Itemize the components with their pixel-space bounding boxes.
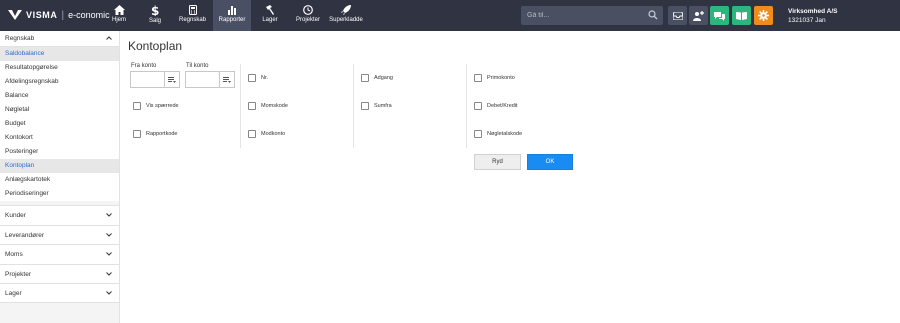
chevron-down-icon	[106, 252, 112, 256]
chat-button[interactable]	[710, 6, 729, 25]
list-lookup-icon	[223, 76, 231, 83]
til-konto-input[interactable]	[186, 72, 220, 87]
sidebar-item-balance[interactable]: Balance	[0, 89, 119, 103]
nav-lager[interactable]: Lager	[256, 0, 284, 31]
add-user-icon	[693, 10, 704, 21]
sidebar-group-kunder[interactable]: Kunder	[0, 205, 119, 225]
sidebar-item-saldobalance[interactable]: Saldobalance	[0, 47, 119, 61]
chevron-down-icon	[106, 271, 112, 276]
list-lookup-icon	[168, 76, 176, 83]
chevron-up-icon	[106, 36, 112, 40]
checkbox-sumfra[interactable]: Sumfra	[361, 102, 392, 110]
checkbox-nogletalskode[interactable]: Nøgletalskode	[474, 130, 522, 138]
company-name: Virksomhed A/S	[788, 8, 838, 15]
rocket-icon	[341, 5, 351, 15]
nav-salg[interactable]: $ Salg	[140, 0, 170, 31]
page-title: Kontoplan	[128, 39, 183, 53]
chevron-down-icon	[106, 213, 112, 217]
sidebar-item-posteringer[interactable]: Posteringer	[0, 145, 119, 159]
sidebar: Regnskab Saldobalance Resultatopgørelse …	[0, 31, 120, 323]
nav-rapporter[interactable]: Rapporter	[213, 0, 251, 31]
fra-konto-input[interactable]	[131, 72, 165, 87]
calculator-icon	[188, 5, 197, 15]
sidebar-item-resultatopgorelse[interactable]: Resultatopgørelse	[0, 61, 119, 75]
fra-konto-field	[130, 71, 180, 88]
top-bar: VISMA | e-conomic Hjem $ Salg Regnskab R…	[0, 0, 900, 31]
clock-icon	[303, 5, 313, 15]
bar-chart-icon	[228, 6, 236, 15]
sidebar-group-moms[interactable]: Moms	[0, 244, 119, 264]
sidebar-item-kontokort[interactable]: Kontokort	[0, 131, 119, 145]
checkbox-modkonto[interactable]: Modkonto	[248, 130, 285, 138]
sidebar-item-kontoplan[interactable]: Kontoplan	[0, 159, 119, 173]
help-book-button[interactable]	[732, 6, 751, 25]
sidebar-item-anlaegskartotek[interactable]: Anlægskartotek	[0, 173, 119, 187]
checkbox-momskode[interactable]: Momskode	[248, 102, 288, 110]
inbox-button[interactable]	[668, 6, 687, 25]
dollar-icon: $	[151, 5, 159, 16]
til-konto-label: Til konto	[186, 63, 209, 69]
sidebar-group-leverandorer[interactable]: Leverandører	[0, 224, 119, 244]
inbox-icon	[672, 11, 683, 20]
product-name: e-conomic	[68, 10, 110, 20]
add-user-button[interactable]	[689, 6, 708, 25]
nav-projekter[interactable]: Projekter	[293, 0, 323, 31]
checkbox-rapportkode[interactable]: Rapportkode	[133, 130, 178, 138]
nav-hjem[interactable]: Hjem	[106, 0, 132, 31]
checkbox-adgang[interactable]: Adgang	[361, 74, 393, 82]
sidebar-group-projekter[interactable]: Projekter	[0, 263, 119, 283]
sidebar-section-regnskab[interactable]: Regnskab	[0, 31, 119, 47]
company-switcher[interactable]: Virksomhed A/S 1321037 Jan	[788, 7, 838, 25]
chevron-down-icon	[106, 232, 112, 237]
nav-superkladde[interactable]: Superkladde	[328, 0, 364, 31]
sidebar-item-nogletal[interactable]: Nøgletal	[0, 103, 119, 117]
ok-button[interactable]: OK	[527, 154, 573, 170]
checkbox-primokonto[interactable]: Primokonto	[474, 74, 515, 82]
checkbox-debet-kredit[interactable]: Debet/Kredit	[474, 102, 518, 110]
home-icon	[113, 5, 125, 15]
svg-text:$: $	[151, 5, 159, 16]
gear-icon	[758, 10, 769, 21]
book-icon	[736, 12, 747, 20]
sidebar-group-lager[interactable]: Lager	[0, 283, 119, 303]
settings-button[interactable]	[754, 6, 773, 25]
til-konto-field	[185, 71, 235, 88]
column-divider	[353, 64, 354, 148]
chat-icon	[714, 11, 725, 21]
nav-regnskab[interactable]: Regnskab	[175, 0, 210, 31]
checkbox-vis-spaerrede[interactable]: Vis spærrede	[133, 102, 179, 110]
column-divider	[466, 64, 467, 148]
company-user: 1321037 Jan	[788, 17, 826, 24]
visma-logo[interactable]: VISMA | e-conomic	[8, 9, 110, 21]
sidebar-item-periodiseringer[interactable]: Periodiseringer	[0, 187, 119, 201]
search-icon[interactable]	[648, 10, 658, 20]
column-divider	[240, 64, 241, 148]
search-box	[521, 6, 663, 25]
fra-konto-lookup-button[interactable]	[164, 72, 179, 87]
checkbox-nr[interactable]: Nr.	[248, 74, 268, 82]
visma-mark-icon	[8, 10, 22, 20]
hammer-icon	[266, 5, 274, 15]
til-konto-lookup-button[interactable]	[219, 72, 234, 87]
logo-wordmark: VISMA	[26, 10, 58, 20]
chevron-down-icon	[106, 291, 112, 295]
sidebar-item-budget[interactable]: Budget	[0, 117, 119, 131]
ryd-button[interactable]: Ryd	[474, 154, 521, 170]
fra-konto-label: Fra konto	[131, 63, 157, 69]
sidebar-item-afdelingsregnskab[interactable]: Afdelingsregnskab	[0, 75, 119, 89]
search-input[interactable]	[521, 6, 645, 25]
